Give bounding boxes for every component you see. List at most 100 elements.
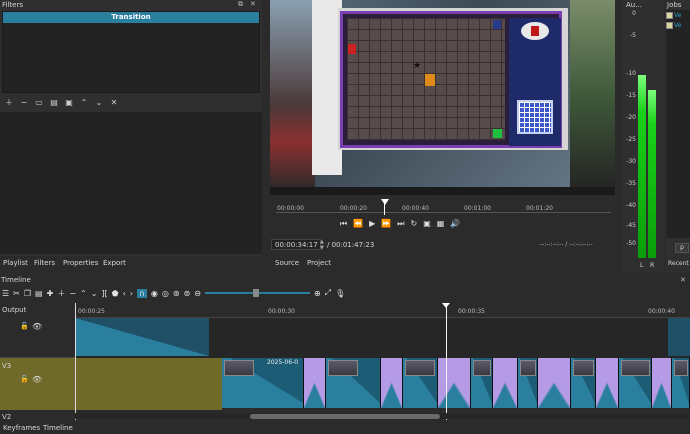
ripple-icon[interactable]: ◎ bbox=[162, 289, 169, 298]
volume-icon[interactable]: 🔊 bbox=[450, 219, 460, 231]
play-icon[interactable]: ▶ bbox=[369, 219, 375, 231]
transition-clip[interactable] bbox=[596, 358, 619, 408]
transition-clip[interactable] bbox=[304, 358, 326, 408]
video-clip[interactable] bbox=[326, 358, 381, 408]
job-item[interactable]: Ve bbox=[666, 20, 690, 30]
plus-icon[interactable]: ＋ bbox=[57, 288, 65, 299]
lock-icon[interactable]: 🔓 bbox=[20, 322, 29, 330]
transition-clip[interactable] bbox=[438, 358, 471, 408]
video-clip[interactable] bbox=[471, 358, 493, 408]
split-icon[interactable]: ][ bbox=[101, 289, 107, 298]
timeline-close-icon[interactable]: ✕ bbox=[680, 276, 686, 284]
skip-end-icon[interactable]: ⏭ bbox=[397, 219, 404, 231]
close-icon[interactable]: ✕ bbox=[107, 97, 121, 109]
timeline-scroll-thumb[interactable] bbox=[250, 414, 440, 419]
tab-project[interactable]: Project bbox=[307, 259, 331, 267]
next-marker-icon[interactable]: › bbox=[130, 289, 133, 298]
checkbox-icon[interactable] bbox=[666, 11, 673, 19]
lane-output[interactable] bbox=[75, 318, 690, 358]
video-clip[interactable] bbox=[672, 358, 690, 408]
zoom-slider-handle[interactable] bbox=[252, 289, 259, 297]
cut-icon[interactable]: ✂ bbox=[13, 289, 20, 298]
filters-float-icon[interactable]: ⧉ bbox=[238, 0, 247, 9]
copy-icon[interactable]: ▭ bbox=[32, 97, 46, 109]
ripple-all-icon[interactable]: ⊛ bbox=[173, 289, 180, 298]
filters-list[interactable]: Transition bbox=[2, 11, 260, 93]
loop-icon[interactable]: ↻ bbox=[411, 219, 418, 231]
video-clip[interactable] bbox=[571, 358, 596, 408]
timeline-playhead-head[interactable] bbox=[442, 303, 450, 308]
track-header-output[interactable]: Output 🔓 👁 bbox=[0, 303, 75, 358]
down-icon[interactable]: ⌄ bbox=[92, 97, 106, 109]
timeline-scrollbar[interactable] bbox=[75, 413, 690, 419]
player-viewer[interactable]: ★ bbox=[270, 0, 615, 195]
jobs-pause-button[interactable]: p bbox=[675, 243, 689, 253]
grid-icon[interactable]: ▦ bbox=[437, 219, 445, 231]
transition-clip[interactable] bbox=[652, 358, 672, 408]
tab-properties[interactable]: Properties bbox=[63, 259, 98, 267]
transition-clip[interactable] bbox=[493, 358, 518, 408]
tab-keyframes[interactable]: Keyframes bbox=[3, 424, 40, 432]
copy-icon[interactable]: ❐ bbox=[24, 289, 31, 298]
jobs-list[interactable]: Ve Ve bbox=[666, 10, 690, 238]
lift-icon[interactable]: ⌃ bbox=[80, 289, 87, 298]
track-header-v3[interactable]: V3 🔓 👁 bbox=[0, 358, 75, 410]
zoom-icon[interactable]: ▣ bbox=[423, 219, 431, 231]
filters-close-icon[interactable]: ✕ bbox=[250, 0, 259, 9]
output-clip[interactable] bbox=[75, 318, 209, 356]
meter-right-label: R bbox=[650, 262, 655, 269]
ripple-markers-icon[interactable]: ⊚ bbox=[184, 289, 191, 298]
lane-v3[interactable]: 2025-06-0 bbox=[75, 358, 690, 410]
save-icon[interactable]: ▣ bbox=[62, 97, 76, 109]
append-icon[interactable]: ✚ bbox=[47, 289, 54, 298]
tab-recent[interactable]: Recent bbox=[668, 260, 689, 267]
video-clip[interactable] bbox=[518, 358, 538, 408]
paste-icon[interactable]: ▤ bbox=[35, 289, 43, 298]
overwrite-icon[interactable]: ⌄ bbox=[91, 289, 98, 298]
zoom-fit-icon[interactable]: ⤢ bbox=[325, 288, 331, 298]
record-audio-icon[interactable]: 🎙 bbox=[335, 289, 345, 298]
zoom-in-icon[interactable]: ⊕ bbox=[314, 289, 321, 298]
video-clip[interactable] bbox=[403, 358, 438, 408]
transition-clip[interactable] bbox=[381, 358, 403, 408]
up-icon[interactable]: ⌃ bbox=[77, 97, 91, 109]
checkbox-icon[interactable] bbox=[666, 21, 673, 29]
rewind-icon[interactable]: ⏪ bbox=[353, 219, 363, 231]
tab-playlist[interactable]: Playlist bbox=[3, 259, 28, 267]
output-clip[interactable] bbox=[668, 318, 690, 356]
timeline-ruler-label: 00:00:35 bbox=[458, 308, 485, 315]
filter-item-transition[interactable]: Transition bbox=[3, 12, 259, 23]
timecode-field[interactable]: 00:00:34:17 bbox=[271, 239, 321, 250]
clip-thumbnail bbox=[674, 360, 688, 376]
plus-icon[interactable]: ＋ bbox=[2, 97, 16, 109]
video-clip[interactable] bbox=[619, 358, 652, 408]
snap-icon[interactable]: ∩ bbox=[137, 288, 147, 298]
minus-icon[interactable]: − bbox=[69, 289, 76, 298]
tab-timeline[interactable]: Timeline bbox=[43, 424, 73, 432]
video-clip[interactable]: 2025-06-0 bbox=[222, 358, 304, 408]
player-ruler[interactable]: 00:00:00 00:00:20 00:00:40 00:01:00 00:0… bbox=[270, 197, 615, 215]
prev-marker-icon[interactable]: ‹ bbox=[123, 289, 126, 298]
timeline-ruler[interactable]: 00:00:25 00:00:30 00:00:35 00:00:40 bbox=[75, 303, 690, 318]
eye-icon[interactable]: 👁 bbox=[32, 322, 42, 331]
paste-icon[interactable]: ▤ bbox=[47, 97, 61, 109]
marker-icon[interactable]: ⬟ bbox=[112, 289, 119, 298]
player-playhead[interactable] bbox=[381, 199, 389, 205]
tab-source[interactable]: Source bbox=[275, 259, 299, 267]
fast-forward-icon[interactable]: ⏩ bbox=[381, 219, 391, 231]
lock-icon[interactable]: 🔓 bbox=[20, 375, 29, 383]
track-header-v2[interactable]: V2 bbox=[0, 410, 75, 422]
zoom-slider[interactable] bbox=[204, 289, 310, 297]
timecode-spinner-icon[interactable]: ▲ ▼ bbox=[320, 239, 324, 251]
menu-icon[interactable]: ☰ bbox=[2, 289, 9, 298]
zoom-out-icon[interactable]: ⊖ bbox=[194, 289, 201, 298]
eye-icon[interactable]: 👁 bbox=[32, 375, 42, 384]
transition-clip[interactable] bbox=[538, 358, 571, 408]
tab-export[interactable]: Export bbox=[103, 259, 126, 267]
skip-start-icon[interactable]: ⏮ bbox=[340, 219, 347, 231]
tab-filters[interactable]: Filters bbox=[34, 259, 55, 267]
job-item[interactable]: Ve bbox=[666, 10, 690, 20]
timeline-playhead[interactable] bbox=[446, 303, 447, 420]
minus-icon[interactable]: − bbox=[17, 97, 31, 109]
scrub-icon[interactable]: ◉ bbox=[151, 289, 158, 298]
